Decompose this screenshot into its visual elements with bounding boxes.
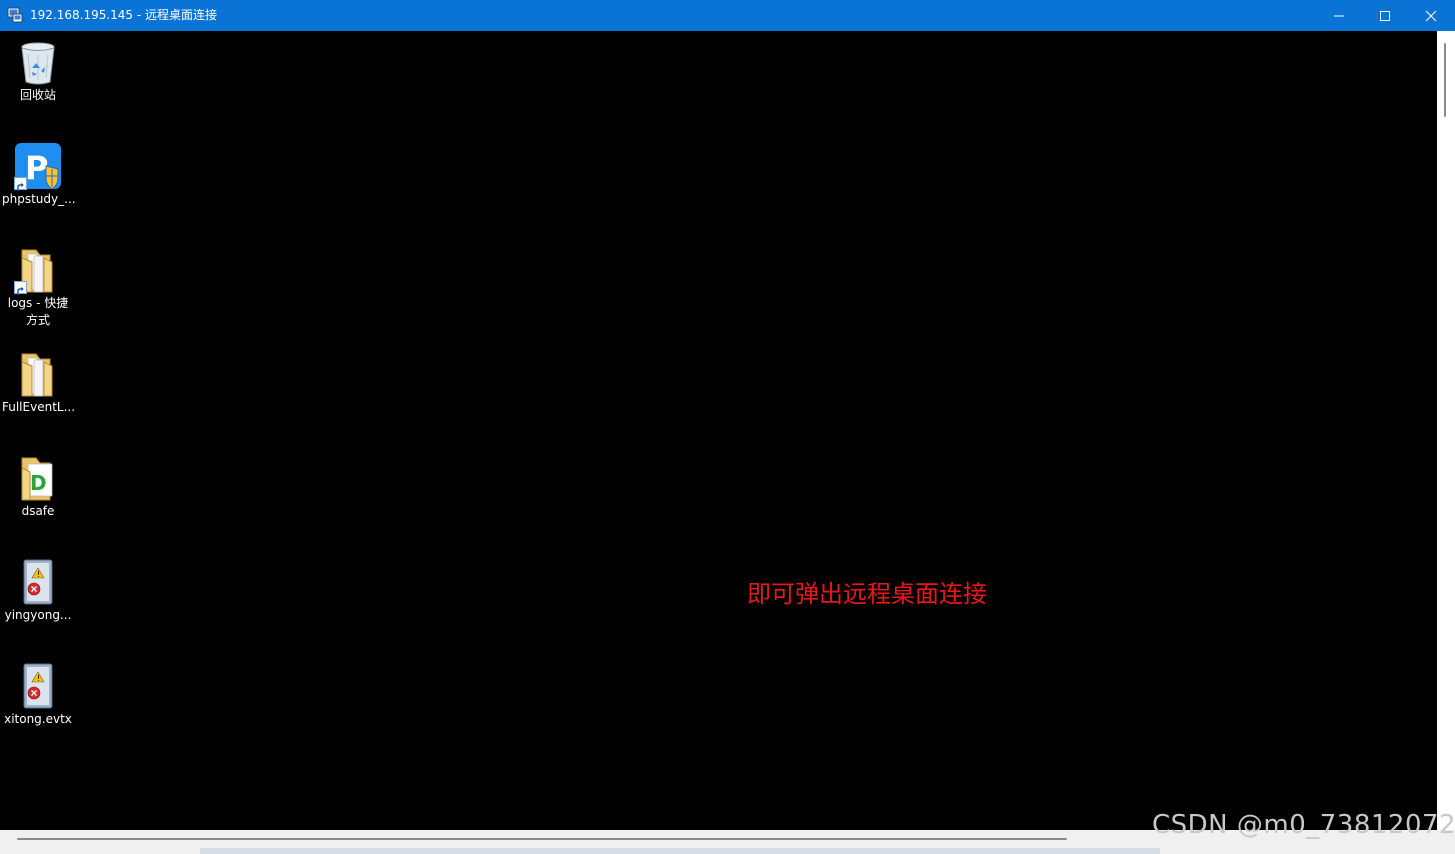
close-button[interactable] <box>1408 0 1454 31</box>
watermark: CSDN @m0_73812072 <box>1152 810 1455 840</box>
desktop-icon-label: phpstudy_... <box>2 192 76 206</box>
underlying-window-edge <box>200 848 1160 854</box>
desktop-icon-label: dsafe <box>21 504 55 518</box>
desktop-icon-logs-shortcut[interactable]: logs - 快捷方式 <box>0 246 76 329</box>
desktop-icon-label: yingyong... <box>4 608 72 622</box>
minimize-icon <box>1334 15 1344 16</box>
svg-text:!: ! <box>37 570 40 579</box>
vertical-scrollbar-thumb[interactable] <box>1444 43 1446 117</box>
maximize-icon <box>1380 10 1390 21</box>
svg-text:!: ! <box>37 674 40 683</box>
close-icon <box>1425 10 1437 21</box>
remote-desktop-window: 192.168.195.145 - 远程桌面连接 回收站 P phpstudy_… <box>0 0 1455 854</box>
title-bar[interactable]: 192.168.195.145 - 远程桌面连接 <box>0 0 1455 31</box>
remote-desktop-app-icon <box>7 7 23 23</box>
horizontal-scrollbar-thumb[interactable] <box>17 838 1067 840</box>
desktop-icon-label: logs - 快捷方式 <box>7 296 69 327</box>
desktop-icon-label: xitong.evtx <box>4 712 72 726</box>
dsafe-folder-icon: D <box>14 454 62 502</box>
desktop-icon-recycle-bin[interactable]: 回收站 <box>0 38 76 104</box>
recycle-bin-icon <box>14 38 62 86</box>
svg-text:P: P <box>25 149 48 187</box>
shortcut-arrow-icon <box>14 177 27 191</box>
folder-shortcut-icon <box>14 246 62 295</box>
folder-icon <box>14 350 62 398</box>
vertical-scrollbar[interactable] <box>1437 31 1455 830</box>
annotation-text: 即可弹出远程桌面连接 <box>747 580 987 608</box>
remote-desktop-area[interactable]: 回收站 P phpstudy_... logs - 快捷方式 FullEvent… <box>0 31 1437 830</box>
maximize-button[interactable] <box>1362 0 1408 31</box>
phpstudy-shortcut-icon: P <box>14 142 62 191</box>
event-log-file-icon: ! <box>14 662 62 710</box>
desktop-icon-phpstudy[interactable]: P phpstudy_... <box>0 142 76 208</box>
desktop-icon-dsafe[interactable]: D dsafe <box>0 454 76 520</box>
event-log-file-icon: ! <box>14 558 62 606</box>
desktop-icon-yingyong[interactable]: ! yingyong... <box>0 558 76 624</box>
desktop-icon-label: FullEventL... <box>2 400 76 414</box>
svg-text:D: D <box>30 471 47 495</box>
desktop-icon-label: 回收站 <box>19 88 56 102</box>
shortcut-arrow-icon <box>14 281 27 295</box>
desktop-icon-xitong[interactable]: ! xitong.evtx <box>0 662 76 728</box>
minimize-button[interactable] <box>1316 0 1362 31</box>
window-title: 192.168.195.145 - 远程桌面连接 <box>30 8 218 22</box>
desktop-icon-fulleventlog[interactable]: FullEventL... <box>0 350 76 416</box>
